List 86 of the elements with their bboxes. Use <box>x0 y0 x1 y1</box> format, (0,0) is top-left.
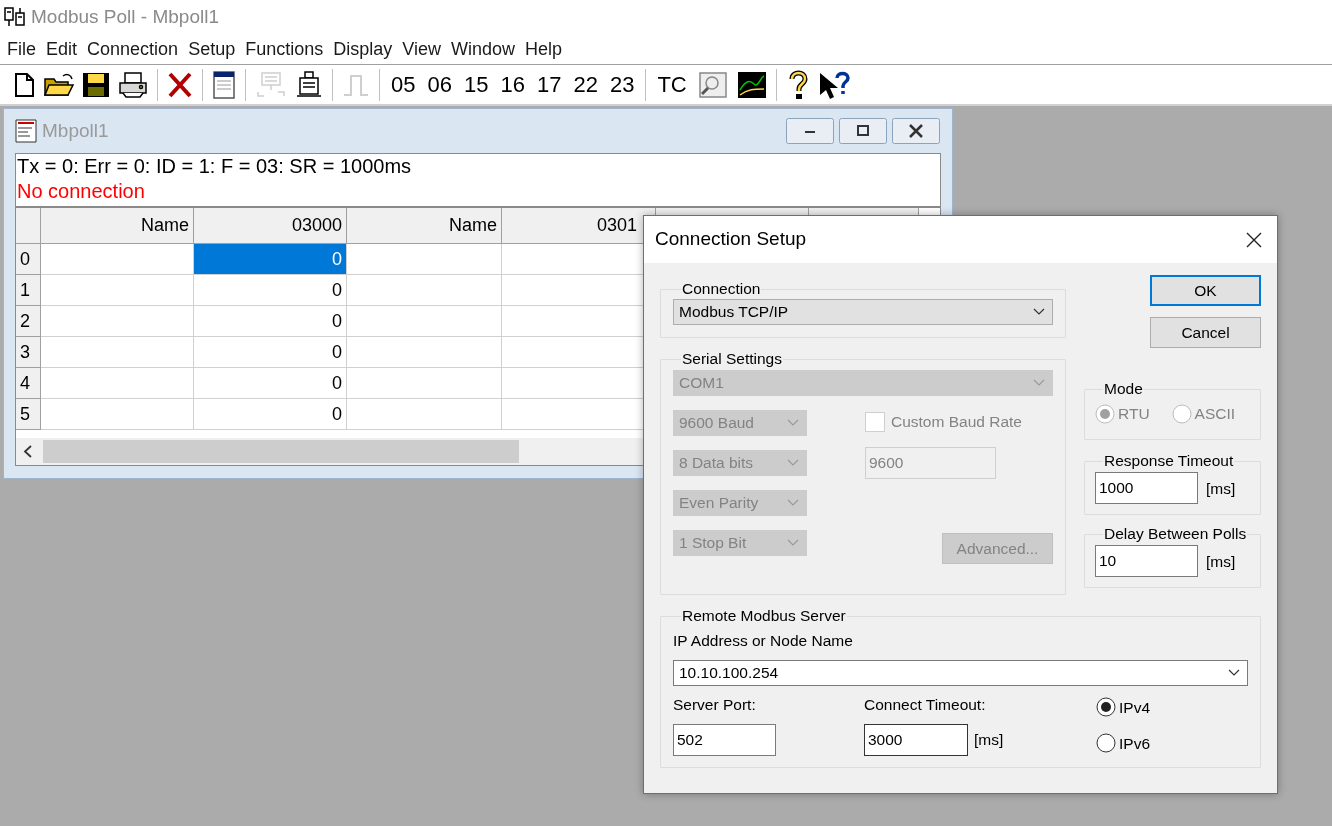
group-label: Mode <box>1103 380 1144 398</box>
row-header: 3 <box>16 337 41 368</box>
table-cell[interactable] <box>41 306 194 337</box>
toolbar-button[interactable]: 15 <box>457 68 495 101</box>
menu-item[interactable]: Help <box>520 35 567 63</box>
table-cell[interactable] <box>347 275 502 306</box>
menu-item[interactable]: Display <box>328 35 398 63</box>
close-icon[interactable] <box>1245 230 1263 249</box>
unit-label: [ms] <box>1206 551 1236 572</box>
table-cell[interactable] <box>41 368 194 399</box>
unit-label: [ms] <box>1206 478 1236 499</box>
group-label: Remote Modbus Server <box>681 607 847 626</box>
table-cell[interactable]: 0 <box>194 306 347 337</box>
dialog-button[interactable]: Cancel <box>1150 317 1261 348</box>
menu-item[interactable]: File <box>2 35 41 63</box>
table-cell[interactable]: 0 <box>194 337 347 368</box>
table-cell[interactable] <box>347 244 502 275</box>
row-header: 0 <box>16 244 41 275</box>
radio-label[interactable]: IPv4 <box>1119 695 1150 719</box>
toolbar-button[interactable]: 05 <box>385 68 422 101</box>
header-corner[interactable] <box>16 208 41 244</box>
table-cell[interactable]: 0 <box>194 244 347 275</box>
input-field[interactable]: 1000 <box>1095 472 1198 505</box>
column-header: Name <box>41 208 194 244</box>
menu-item[interactable]: Setup <box>183 35 241 63</box>
column-header: 03000 <box>194 208 347 244</box>
connection-select[interactable]: Modbus TCP/IP <box>673 299 1053 325</box>
table-cell[interactable]: 0 <box>194 275 347 306</box>
delete-x-icon[interactable] <box>166 70 194 99</box>
plug-icon[interactable] <box>294 69 324 100</box>
radio-label[interactable]: IPv6 <box>1119 731 1150 755</box>
group-label: Delay Between Polls <box>1103 525 1248 544</box>
minimize-button[interactable] <box>786 118 834 144</box>
table-cell[interactable] <box>41 244 194 275</box>
menu-item[interactable]: View <box>397 35 446 63</box>
close-button[interactable] <box>892 118 940 144</box>
radio-button[interactable] <box>1096 697 1116 718</box>
status-text: Tx = 0: Err = 0: ID = 1: F = 03: SR = 1000ms <box>17 154 413 179</box>
status-text: No connection <box>17 179 146 204</box>
column-header: 0301 <box>502 208 656 244</box>
toolbar-button[interactable]: 16 <box>494 68 531 101</box>
dialog-title: Connection Setup <box>655 227 807 252</box>
chart-icon[interactable] <box>735 69 768 100</box>
row-header: 1 <box>16 275 41 306</box>
radio-button[interactable] <box>1096 733 1116 754</box>
table-cell[interactable] <box>41 337 194 368</box>
input-field[interactable]: 3000 <box>864 723 968 756</box>
maximize-button[interactable] <box>839 118 887 144</box>
table-cell[interactable] <box>347 306 502 337</box>
window-icon[interactable] <box>211 69 237 100</box>
row-header: 4 <box>16 368 41 399</box>
unit-label: [ms] <box>974 730 1004 751</box>
table-cell[interactable] <box>347 337 502 368</box>
table-cell[interactable] <box>347 399 502 430</box>
toolbar-button[interactable]: 06 <box>421 68 458 101</box>
toolbar-button[interactable]: 17 <box>530 68 568 101</box>
column-header: Name <box>347 208 502 244</box>
menu-item[interactable]: Window <box>445 35 520 63</box>
field-label: Connect Timeout: <box>864 694 987 715</box>
table-cell[interactable] <box>41 399 194 430</box>
input-field[interactable]: 502 <box>673 723 776 756</box>
row-header: 2 <box>16 306 41 337</box>
table-cell[interactable]: 0 <box>194 399 347 430</box>
toolbar-button[interactable]: 22 <box>567 68 604 101</box>
table-cell[interactable] <box>347 368 502 399</box>
scroll-thumb[interactable] <box>43 440 519 463</box>
table-cell[interactable]: 0 <box>194 368 347 399</box>
group-label: Response Timeout <box>1103 452 1235 471</box>
table-cell[interactable] <box>41 275 194 306</box>
menu-item[interactable]: Functions <box>240 35 329 63</box>
dialog-button[interactable]: OK <box>1150 275 1261 306</box>
ip-address-select[interactable]: 10.10.100.254 <box>673 659 1248 686</box>
group-label: Connection <box>681 280 762 298</box>
field-label: Server Port: <box>673 694 757 715</box>
toolbar-button[interactable]: 23 <box>603 68 641 101</box>
input-field[interactable]: 10 <box>1095 545 1198 578</box>
row-header: 5 <box>16 399 41 430</box>
group-label: Serial Settings <box>681 350 783 368</box>
window-title: Modbus Poll - Mbpoll1 <box>31 4 219 29</box>
window-title: Mbpoll1 <box>42 118 109 143</box>
menu-item[interactable]: Edit <box>41 35 83 63</box>
toolbar-button[interactable]: TC <box>651 68 693 101</box>
document-icon <box>14 118 38 144</box>
printer-icon[interactable] <box>117 70 149 99</box>
menu-item[interactable]: Connection <box>82 35 184 63</box>
field-label: IP Address or Node Name <box>673 631 854 652</box>
